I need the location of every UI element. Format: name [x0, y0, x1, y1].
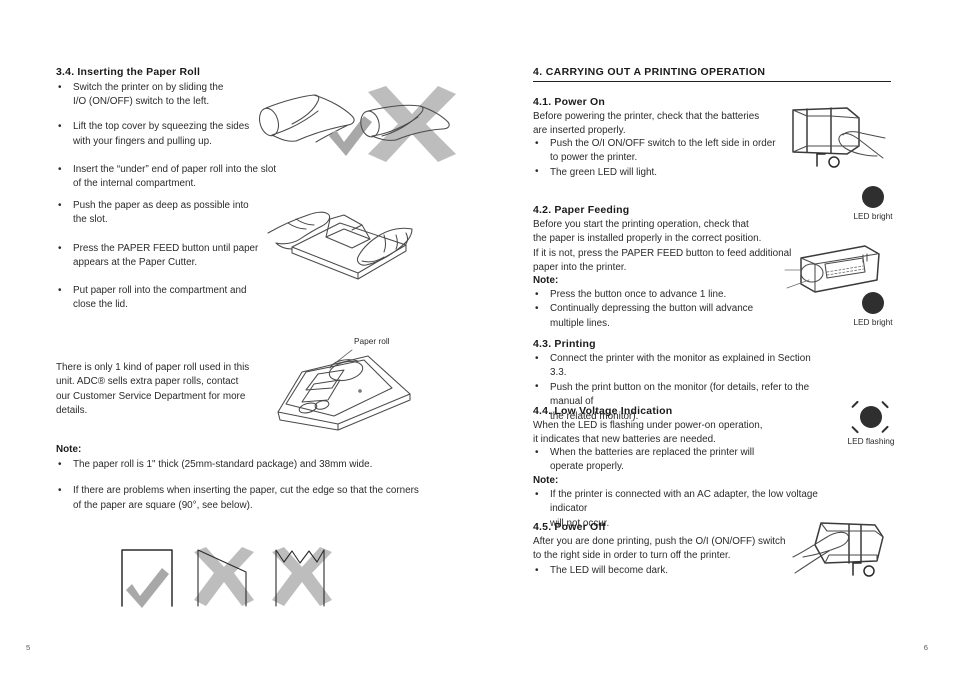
paper-roll-paragraph: There is only 1 kind of paper roll used …: [56, 362, 250, 417]
figure-led-bright-2: LED bright: [849, 292, 897, 328]
left-page: 3.4. Inserting the Paper Roll Switch the…: [0, 0, 477, 678]
section-bullets-4-5: The LED will become dark.: [533, 563, 793, 578]
inserting-paper-bullets-group-2: Insert the “under” end of paper roll int…: [56, 163, 356, 192]
figure-paper-roll-orientation: [252, 84, 456, 164]
ray: [881, 425, 890, 434]
figure-led-flashing: LED flashing: [835, 400, 907, 447]
section-body-4-5: After you are done printing, push the O/…: [533, 536, 786, 562]
led-flashing-icon: [851, 400, 890, 434]
page-number-left: 5: [26, 643, 31, 652]
figure-led-bright-1: LED bright: [849, 186, 897, 222]
list-item: Press the PAPER FEED button until paper …: [56, 242, 296, 271]
led-dot: [860, 406, 882, 428]
list-item: Press the button once to advance 1 line.: [533, 287, 793, 302]
hand-pushing-power-switch-right: [792, 522, 884, 577]
section-heading-4-5: 4.5. Power Off: [533, 521, 606, 533]
inserting-paper-bullets-group-4: Press the PAPER FEED button until paper …: [56, 242, 296, 271]
list-item: The paper roll is 1" thick (25mm-standar…: [56, 457, 426, 472]
section-body-4-4: When the LED is flashing under power-on …: [533, 420, 763, 446]
list-item: The green LED will light.: [533, 165, 793, 180]
paper-corner-torn-wrong: [272, 547, 332, 607]
figure-paper-feed: [784, 242, 885, 298]
list-item: Put paper roll into the compartment and …: [56, 284, 296, 313]
list-item: Continually depressing the button will a…: [533, 302, 793, 331]
led-bright-icon: [862, 292, 884, 314]
note-label-4-2: Note:: [533, 275, 559, 286]
note-bullets: The paper roll is 1" thick (25mm-standar…: [56, 457, 426, 513]
hand-pushing-power-switch-left: [792, 107, 886, 168]
led-bright-caption-2: LED bright: [853, 317, 893, 327]
list-item: Insert the “under” end of paper roll int…: [56, 163, 356, 192]
main-heading-4: 4. CARRYING OUT A PRINTING OPERATION: [533, 66, 891, 82]
list-item: Push the O/I ON/OFF switch to the left s…: [533, 137, 793, 166]
list-item: Connect the printer with the monitor as …: [533, 352, 823, 381]
paper-roll-wrong-orientation: [360, 86, 456, 162]
led-bright-icon: [862, 186, 884, 208]
section-heading-4-3: 4.3. Printing: [533, 338, 596, 350]
paper-roll-callout-label: Paper roll: [354, 336, 390, 346]
section-bullets-4-1: Push the O/I ON/OFF switch to the left s…: [533, 137, 793, 181]
note-label-4-4: Note:: [533, 475, 559, 486]
page-number-right: 6: [923, 643, 928, 652]
printer-paper-feed-button: [784, 245, 880, 293]
manual-spread: 3.4. Inserting the Paper Roll Switch the…: [0, 0, 954, 678]
note-label: Note:: [56, 444, 82, 455]
section-bullets-4-2: Press the button once to advance 1 line.…: [533, 287, 793, 331]
figure-power-on: [787, 102, 887, 168]
list-item: When the batteries are replaced the prin…: [533, 446, 793, 475]
inserting-paper-bullets-group-3: Push the paper as deep as possible into …: [56, 199, 286, 228]
inserting-paper-bullets-group-5: Put paper roll into the compartment and …: [56, 284, 296, 313]
figure-power-off: [791, 517, 891, 577]
right-page: 4. CARRYING OUT A PRINTING OPERATION 4.1…: [477, 0, 954, 678]
section-heading-4-4: 4.4. Low Voltage Indication: [533, 405, 673, 417]
figure-printer-compartment: Paper roll: [272, 336, 422, 431]
section-heading-4-2: 4.2. Paper Feeding: [533, 204, 630, 216]
ray: [881, 400, 890, 409]
paper-corner-square-correct: [121, 549, 173, 608]
list-item: The LED will become dark.: [533, 563, 793, 578]
list-item: Push the paper as deep as possible into …: [56, 199, 286, 228]
paper-corner-diagonal-wrong: [194, 547, 254, 607]
list-item: Push the print button on the monitor (fo…: [533, 380, 823, 424]
ray: [851, 425, 860, 434]
list-item: If there are problems when inserting the…: [56, 484, 426, 513]
hands-inserting-paper-into-printer: [267, 211, 413, 280]
section-heading-3-4: 3.4. Inserting the Paper Roll: [56, 66, 201, 78]
ray: [851, 400, 860, 409]
section-body-4-2: Before you start the printing operation,…: [533, 219, 792, 274]
led-bright-caption-1: LED bright: [853, 211, 893, 221]
section-bullets-4-4: When the batteries are replaced the prin…: [533, 446, 793, 475]
led-flashing-caption: LED flashing: [847, 436, 895, 446]
printer-open-compartment: [277, 349, 411, 431]
section-heading-4-1: 4.1. Power On: [533, 96, 606, 108]
section-body-4-1: Before powering the printer, check that …: [533, 111, 760, 137]
figure-hands-inserting-paper: [266, 199, 414, 281]
